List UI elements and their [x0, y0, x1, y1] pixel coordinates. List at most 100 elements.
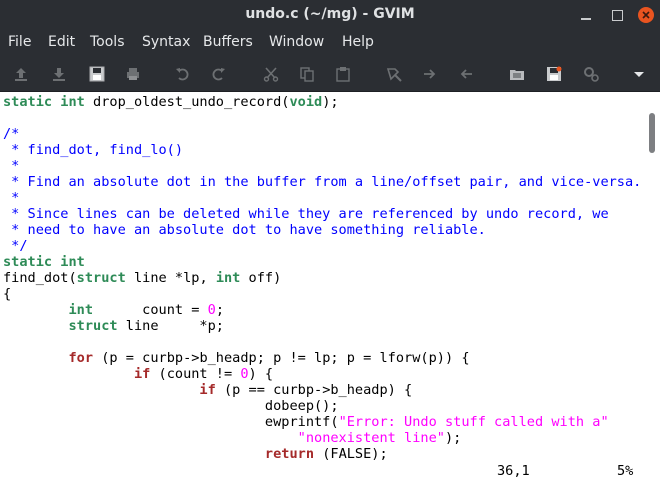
save-icon[interactable]: [50, 65, 68, 83]
window-title: undo.c (~/mg) - GVIM: [245, 6, 415, 22]
code-token: /*: [3, 126, 20, 142]
vertical-scrollbar[interactable]: [647, 96, 657, 476]
code-token: (FALSE);: [314, 446, 388, 460]
load-session-icon[interactable]: [508, 65, 526, 83]
code-token: ;: [215, 302, 224, 318]
code-token: if: [199, 382, 216, 398]
code-line[interactable]: * find_dot, find_lo(): [3, 142, 641, 158]
close-icon: [642, 11, 650, 19]
code-line[interactable]: /*: [3, 126, 641, 142]
code-token: ewprintf(: [3, 414, 339, 430]
code-token: *: [3, 158, 20, 174]
maximize-button[interactable]: [609, 7, 625, 23]
menu-tools[interactable]: Tools: [90, 34, 125, 50]
code-line[interactable]: if (p == curbp->b_headp) {: [3, 382, 641, 398]
code-line[interactable]: static int: [3, 254, 641, 270]
code-token: * need to have an absolute dot to have s…: [3, 222, 486, 238]
code-line[interactable]: static int drop_oldest_undo_record(void)…: [3, 94, 641, 110]
code-token: 0: [240, 366, 249, 382]
code-token: off): [240, 270, 282, 286]
code-view[interactable]: static int drop_oldest_undo_record(void)…: [3, 94, 641, 460]
code-line[interactable]: int count = 0;: [3, 302, 641, 318]
menu-help[interactable]: Help: [342, 34, 374, 50]
code-token: (p == curbp->b_headp) {: [215, 382, 413, 398]
code-line[interactable]: find_dot(struct line *lp, int off): [3, 270, 641, 286]
overflow-menu-icon[interactable]: [630, 65, 648, 83]
code-token: struct: [68, 318, 118, 334]
find-next-icon[interactable]: [421, 65, 439, 83]
print-icon[interactable]: [124, 65, 142, 83]
menu-bar: File Edit Tools Syntax Buffers Window He…: [0, 30, 660, 56]
code-token: int: [215, 270, 241, 286]
scrollbar-thumb[interactable]: [649, 113, 655, 153]
menu-buffers[interactable]: Buffers: [203, 34, 253, 50]
toolbar: [0, 56, 660, 92]
code-token: if: [133, 366, 151, 382]
code-token: */: [3, 238, 28, 254]
code-token: "Error: Undo stuff called with a": [338, 414, 609, 430]
code-token: * Since lines can be deleted while they …: [3, 206, 609, 222]
copy-icon[interactable]: [298, 65, 316, 83]
code-token: count =: [93, 302, 208, 318]
title-bar: undo.c (~/mg) - GVIM: [0, 0, 660, 30]
code-line[interactable]: * Find an absolute dot in the buffer fro…: [3, 174, 641, 190]
code-token: {: [3, 286, 12, 302]
code-line[interactable]: if (count != 0) {: [3, 366, 641, 382]
open-icon[interactable]: [12, 65, 30, 83]
code-line[interactable]: "nonexistent line");: [3, 430, 641, 446]
code-line[interactable]: */: [3, 238, 641, 254]
save-floppy-icon[interactable]: [88, 65, 106, 83]
save-session-icon[interactable]: [545, 65, 563, 83]
editor-area[interactable]: static int drop_oldest_undo_record(void)…: [0, 92, 660, 460]
redo-icon[interactable]: [209, 65, 227, 83]
cut-icon[interactable]: [262, 65, 280, 83]
code-line[interactable]: *: [3, 158, 641, 174]
code-token: int: [68, 302, 94, 318]
undo-icon[interactable]: [174, 65, 192, 83]
code-line[interactable]: dobeep();: [3, 398, 641, 414]
code-token: *: [3, 190, 20, 206]
status-line: 36,1 5%: [0, 460, 660, 483]
menu-window[interactable]: Window: [269, 34, 324, 50]
code-token: line *p;: [117, 318, 224, 334]
code-token: static int: [3, 94, 85, 110]
code-line[interactable]: for (p = curbp->b_headp; p != lp; p = lf…: [3, 350, 641, 366]
close-button[interactable]: [638, 7, 654, 23]
run-script-icon[interactable]: [582, 65, 600, 83]
code-line[interactable]: * need to have an absolute dot to have s…: [3, 222, 641, 238]
cursor-position: 36,1: [497, 463, 530, 479]
code-line[interactable]: return (FALSE);: [3, 446, 641, 460]
paste-icon[interactable]: [334, 65, 352, 83]
code-line[interactable]: {: [3, 286, 641, 302]
menu-syntax[interactable]: Syntax: [142, 34, 190, 50]
code-token: * Find an absolute dot in the buffer fro…: [3, 174, 642, 190]
code-token: struct: [76, 270, 126, 286]
code-token: (count !=: [150, 366, 241, 382]
code-token: line *lp,: [125, 270, 216, 286]
menu-edit[interactable]: Edit: [48, 34, 75, 50]
minimize-button[interactable]: [578, 7, 594, 23]
code-token: return: [264, 446, 315, 460]
code-line[interactable]: *: [3, 190, 641, 206]
menu-file[interactable]: File: [8, 34, 31, 50]
code-line[interactable]: * Since lines can be deleted while they …: [3, 206, 641, 222]
code-line[interactable]: [3, 334, 641, 350]
find-replace-icon[interactable]: [385, 65, 403, 83]
code-line[interactable]: struct line *p;: [3, 318, 641, 334]
find-previous-icon[interactable]: [457, 65, 475, 83]
code-token: for: [68, 350, 94, 366]
code-token: ) {: [248, 366, 274, 382]
code-token: (p = curbp->b_headp; p != lp; p = lforw(…: [93, 350, 470, 366]
code-token: );: [444, 430, 462, 446]
code-line[interactable]: [3, 110, 641, 126]
code-token: void: [289, 94, 323, 110]
code-line[interactable]: ewprintf("Error: Undo stuff called with …: [3, 414, 641, 430]
code-token: static int: [3, 254, 85, 270]
code-token: 0: [207, 302, 216, 318]
